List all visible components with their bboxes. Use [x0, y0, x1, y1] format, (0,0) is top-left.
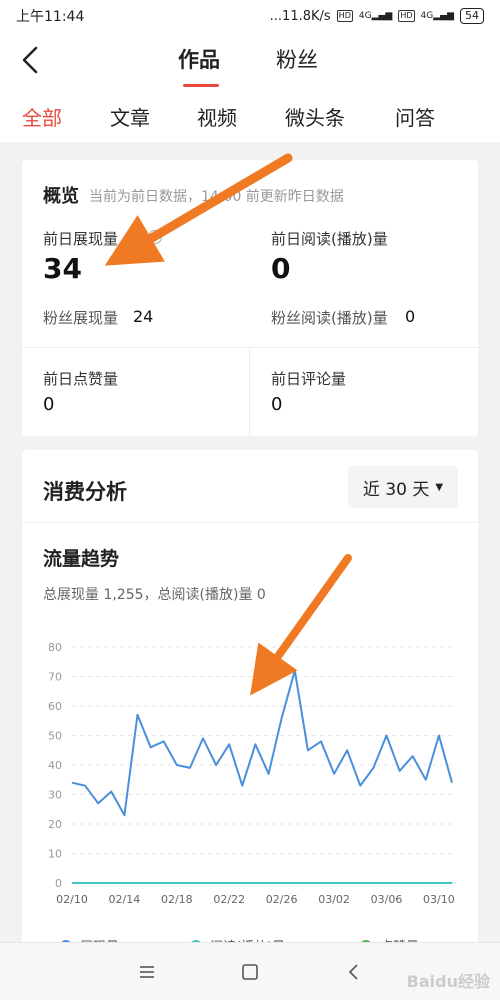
date-range-value: 近 30 天: [362, 479, 430, 500]
comments-value: 0: [271, 394, 283, 415]
network-speed: ...11.8K/s: [269, 8, 331, 24]
tab-works[interactable]: 作品: [178, 44, 220, 74]
y-tick-label-60: 60: [48, 700, 62, 713]
date-range-select[interactable]: 近 30 天 ▼: [348, 466, 458, 508]
trend-summary: 总展现量 1,255，总阅读(播放)量 0: [43, 587, 266, 603]
reads-value: 0: [271, 252, 291, 285]
back-arrow-icon[interactable]: [18, 42, 48, 78]
x-tick-label-02-14: 02/14: [109, 893, 141, 906]
back-icon[interactable]: [341, 959, 367, 985]
y-tick-label-70: 70: [48, 671, 62, 684]
system-nav-bar: Baidu经验: [0, 942, 500, 1000]
home-icon[interactable]: [237, 959, 263, 985]
series-line-0: [71, 669, 453, 817]
hd-icon: HD: [336, 10, 353, 22]
status-time: 上午11:44: [16, 9, 85, 25]
status-indicators: ...11.8K/s HD 4G▂▄▆ HD 4G▂▄▆ 54: [270, 8, 484, 24]
y-tick-label-30: 30: [48, 789, 62, 802]
consumption-title: 消费分析: [43, 480, 127, 504]
signal-icon: 4G▂▄▆: [358, 11, 393, 21]
y-tick-label-20: 20: [48, 818, 62, 831]
menu-icon[interactable]: [134, 959, 160, 985]
trend-title: 流量趋势: [43, 548, 120, 570]
sub-tab-qa[interactable]: 问答: [395, 102, 435, 131]
y-tick-label-50: 50: [48, 730, 62, 743]
caret-down-icon: ▼: [435, 481, 444, 493]
y-tick-label-80: 80: [48, 641, 62, 654]
hd-icon-2: HD: [398, 10, 415, 22]
likes-value: 0: [43, 394, 55, 415]
overview-card: 概览 当前为前日数据，14:00 前更新昨日数据 前日展现量 ? 34 粉丝展现…: [22, 160, 478, 436]
likes-label: 前日点赞量: [43, 370, 119, 388]
fan-impressions-value: 24: [133, 307, 154, 326]
sub-tab-articles[interactable]: 文章: [110, 102, 150, 131]
y-tick-label-0: 0: [55, 877, 62, 890]
overview-divider: [22, 347, 478, 348]
overview-subtitle: 当前为前日数据，14:00 前更新昨日数据: [89, 189, 344, 205]
sub-tab-micro-posts[interactable]: 微头条: [285, 102, 345, 131]
y-tick-label-10: 10: [48, 848, 62, 861]
status-bar: 上午11:44 ...11.8K/s HD 4G▂▄▆ HD 4G▂▄▆ 54: [0, 0, 500, 32]
overview-title: 概览: [43, 186, 79, 207]
x-tick-label-02-26: 02/26: [266, 893, 298, 906]
impressions-value: 34: [43, 252, 82, 285]
tab-fans[interactable]: 粉丝: [276, 44, 318, 74]
sub-tab-videos[interactable]: 视频: [197, 102, 237, 131]
x-tick-label-02-18: 02/18: [161, 893, 193, 906]
watermark-logo: Baidu经验: [406, 972, 490, 991]
x-tick-label-03-10: 03/10: [423, 893, 455, 906]
x-tick-label-02-22: 02/22: [213, 893, 245, 906]
y-tick-label-40: 40: [48, 759, 62, 772]
consumption-card: 消费分析 近 30 天 ▼ 流量趋势 总展现量 1,255，总阅读(播放)量 0…: [22, 450, 478, 950]
battery-icon: 54: [460, 8, 484, 24]
fan-impressions-label: 粉丝展现量: [43, 309, 119, 327]
traffic-trend-chart: 0 10 20 30 40 50 60 70 80 02/10 02/14 02/18 02/22 02/…: [48, 641, 456, 906]
impressions-label: 前日展现量: [43, 230, 119, 248]
fan-reads-value: 0: [405, 307, 416, 326]
nav-header: 作品 粉丝: [0, 32, 500, 90]
x-tick-label-03-06: 03/06: [371, 893, 403, 906]
category-tabs: 全部 文章 视频 微头条 问答: [0, 90, 500, 142]
x-tick-label-03-02: 03/02: [318, 893, 350, 906]
consumption-divider: [22, 522, 478, 523]
reads-label: 前日阅读(播放)量: [271, 230, 388, 248]
signal-icon-2: 4G▂▄▆: [420, 11, 454, 21]
overview-divider-vertical: [249, 347, 250, 436]
comments-label: 前日评论量: [271, 370, 347, 388]
x-tick-label-02-10: 02/10: [56, 893, 88, 906]
sub-tab-all[interactable]: 全部: [22, 102, 62, 131]
active-tab-indicator: [183, 84, 219, 87]
fan-reads-label: 粉丝阅读(播放)量: [271, 309, 388, 327]
help-icon[interactable]: ?: [148, 230, 162, 244]
